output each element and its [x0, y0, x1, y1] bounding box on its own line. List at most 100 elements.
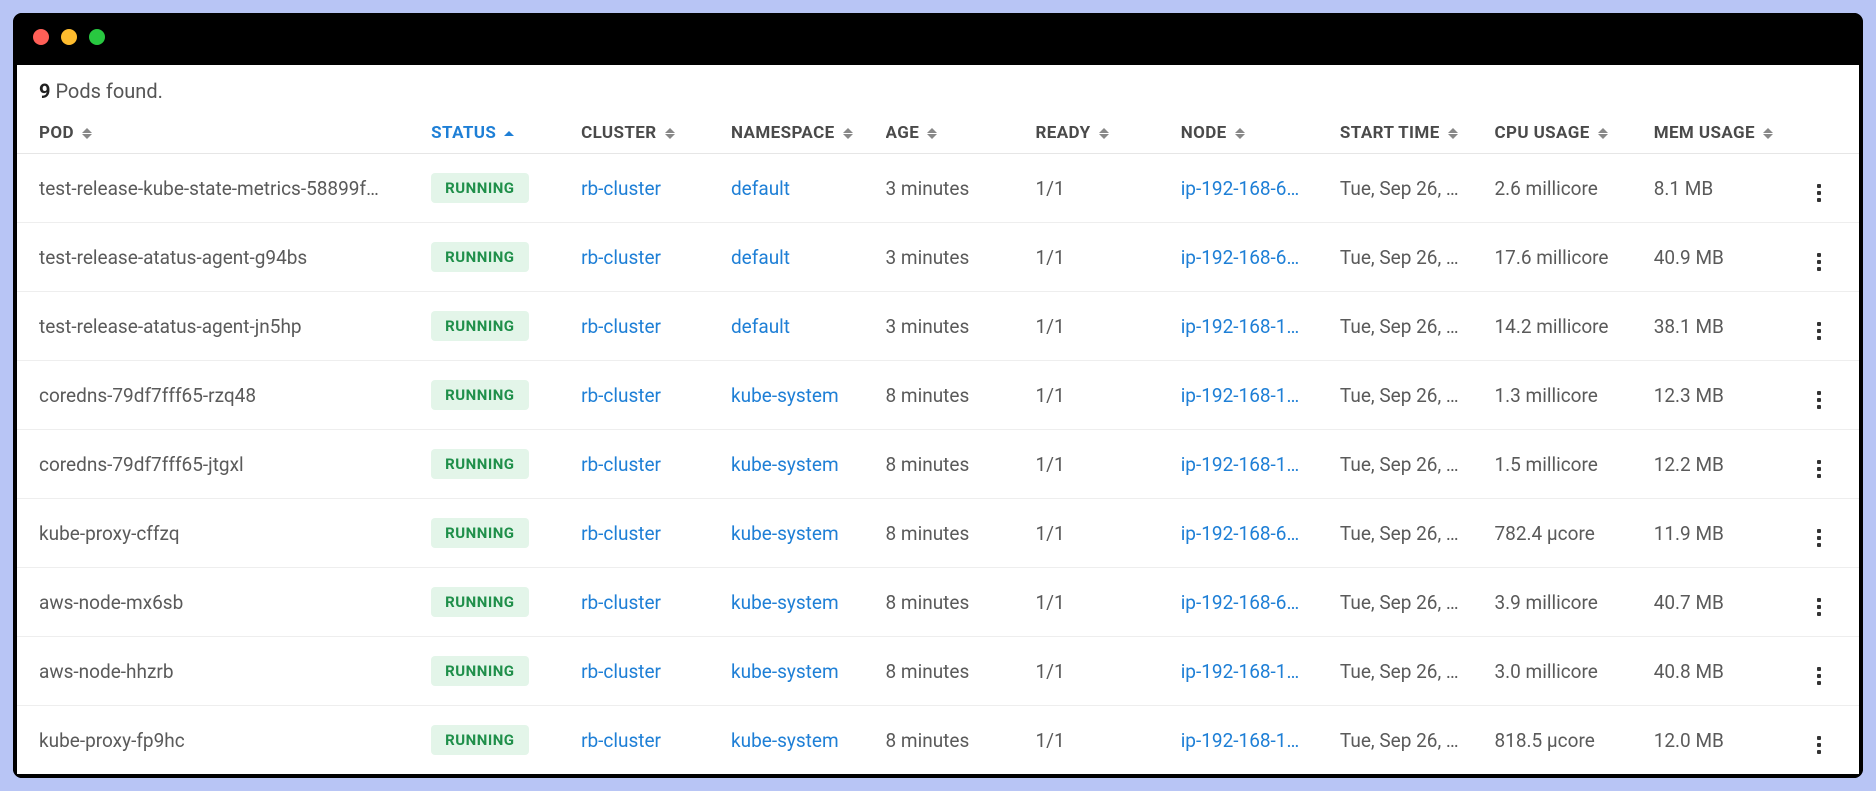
column-header-age[interactable]: AGE	[886, 123, 1036, 143]
column-header-pod[interactable]: POD	[39, 123, 431, 143]
pods-table: POD STATUS CLUSTER NAMESPACE	[17, 113, 1859, 774]
cell-ready: 1/1	[1035, 246, 1180, 269]
cell-namespace[interactable]: kube-system	[731, 453, 886, 476]
column-label: READY	[1035, 123, 1090, 143]
cell-pod[interactable]: test-release-atatus-agent-g94bs	[39, 246, 431, 269]
column-header-cpu-usage[interactable]: CPU USAGE	[1494, 123, 1653, 143]
column-header-status[interactable]: STATUS	[431, 123, 581, 143]
status-badge: RUNNING	[431, 242, 528, 272]
cell-node[interactable]: ip-192-168-6…	[1181, 591, 1340, 614]
cell-namespace[interactable]: kube-system	[731, 522, 886, 545]
cell-namespace[interactable]: kube-system	[731, 591, 886, 614]
close-icon[interactable]	[33, 29, 49, 45]
column-header-ready[interactable]: READY	[1035, 123, 1180, 143]
more-actions-icon[interactable]	[1813, 456, 1825, 482]
cell-mem-usage: 8.1 MB	[1654, 177, 1809, 200]
cell-cluster[interactable]: rb-cluster	[581, 522, 731, 545]
cell-pod[interactable]: test-release-atatus-agent-jn5hp	[39, 315, 431, 338]
cell-actions	[1808, 308, 1837, 344]
cell-pod[interactable]: test-release-kube-state-metrics-58899f…	[39, 177, 431, 200]
cell-ready: 1/1	[1035, 315, 1180, 338]
status-badge: RUNNING	[431, 725, 528, 755]
minimize-icon[interactable]	[61, 29, 77, 45]
cell-pod[interactable]: aws-node-hhzrb	[39, 660, 431, 683]
cell-ready: 1/1	[1035, 384, 1180, 407]
cell-namespace[interactable]: default	[731, 315, 886, 338]
table-row: kube-proxy-cffzq RUNNING rb-cluster kube…	[17, 499, 1859, 568]
status-badge: RUNNING	[431, 173, 528, 203]
column-header-node[interactable]: NODE	[1181, 123, 1340, 143]
maximize-icon[interactable]	[89, 29, 105, 45]
cell-node[interactable]: ip-192-168-6…	[1181, 522, 1340, 545]
more-actions-icon[interactable]	[1813, 249, 1825, 275]
cell-node[interactable]: ip-192-168-1…	[1181, 453, 1340, 476]
more-actions-icon[interactable]	[1813, 318, 1825, 344]
more-actions-icon[interactable]	[1813, 387, 1825, 413]
cell-node[interactable]: ip-192-168-6…	[1181, 246, 1340, 269]
table-row: aws-node-hhzrb RUNNING rb-cluster kube-s…	[17, 637, 1859, 706]
cell-ready: 1/1	[1035, 453, 1180, 476]
cell-mem-usage: 40.9 MB	[1654, 246, 1809, 269]
cell-node[interactable]: ip-192-168-1…	[1181, 660, 1340, 683]
cell-namespace[interactable]: default	[731, 177, 886, 200]
cell-node[interactable]: ip-192-168-6…	[1181, 177, 1340, 200]
cell-cpu-usage: 2.6 millicore	[1494, 177, 1653, 200]
cell-namespace[interactable]: default	[731, 246, 886, 269]
sort-icon	[1598, 126, 1608, 140]
cell-age: 8 minutes	[886, 591, 1036, 614]
sort-icon	[1448, 126, 1458, 140]
status-badge: RUNNING	[431, 380, 528, 410]
cell-start-time: Tue, Sep 26, …	[1340, 177, 1495, 200]
cell-actions	[1808, 515, 1837, 551]
cell-pod[interactable]: aws-node-mx6sb	[39, 591, 431, 614]
cell-cluster[interactable]: rb-cluster	[581, 315, 731, 338]
cell-namespace[interactable]: kube-system	[731, 729, 886, 752]
column-label: AGE	[886, 123, 920, 143]
column-header-cluster[interactable]: CLUSTER	[581, 123, 731, 143]
cell-mem-usage: 12.0 MB	[1654, 729, 1809, 752]
cell-ready: 1/1	[1035, 522, 1180, 545]
cell-cluster[interactable]: rb-cluster	[581, 729, 731, 752]
cell-pod[interactable]: coredns-79df7fff65-rzq48	[39, 384, 431, 407]
cell-node[interactable]: ip-192-168-1…	[1181, 315, 1340, 338]
more-actions-icon[interactable]	[1813, 663, 1825, 689]
cell-age: 8 minutes	[886, 453, 1036, 476]
cell-start-time: Tue, Sep 26, …	[1340, 522, 1495, 545]
cell-node[interactable]: ip-192-168-1…	[1181, 384, 1340, 407]
cell-mem-usage: 12.2 MB	[1654, 453, 1809, 476]
cell-age: 8 minutes	[886, 384, 1036, 407]
cell-namespace[interactable]: kube-system	[731, 384, 886, 407]
more-actions-icon[interactable]	[1813, 594, 1825, 620]
cell-cpu-usage: 818.5 μcore	[1494, 729, 1653, 752]
table-row: test-release-kube-state-metrics-58899f… …	[17, 154, 1859, 223]
cell-cluster[interactable]: rb-cluster	[581, 453, 731, 476]
cell-pod[interactable]: kube-proxy-cffzq	[39, 522, 431, 545]
cell-cluster[interactable]: rb-cluster	[581, 660, 731, 683]
cell-status: RUNNING	[431, 173, 581, 203]
cell-namespace[interactable]: kube-system	[731, 660, 886, 683]
pods-summary-text: Pods found.	[50, 79, 162, 103]
cell-pod[interactable]: coredns-79df7fff65-jtgxl	[39, 453, 431, 476]
more-actions-icon[interactable]	[1813, 180, 1825, 206]
cell-node[interactable]: ip-192-168-1…	[1181, 729, 1340, 752]
cell-cluster[interactable]: rb-cluster	[581, 246, 731, 269]
column-header-mem-usage[interactable]: MEM USAGE	[1654, 123, 1809, 143]
table-row: kube-proxy-fp9hc RUNNING rb-cluster kube…	[17, 706, 1859, 774]
cell-cluster[interactable]: rb-cluster	[581, 177, 731, 200]
cell-actions	[1808, 722, 1837, 758]
cell-pod[interactable]: kube-proxy-fp9hc	[39, 729, 431, 752]
column-label: POD	[39, 123, 74, 143]
status-badge: RUNNING	[431, 656, 528, 686]
column-header-start-time[interactable]: START TIME	[1340, 123, 1495, 143]
table-row: test-release-atatus-agent-jn5hp RUNNING …	[17, 292, 1859, 361]
more-actions-icon[interactable]	[1813, 732, 1825, 758]
cell-actions	[1808, 446, 1837, 482]
column-header-namespace[interactable]: NAMESPACE	[731, 123, 886, 143]
cell-cluster[interactable]: rb-cluster	[581, 384, 731, 407]
cell-status: RUNNING	[431, 725, 581, 755]
sort-icon	[665, 126, 675, 140]
cell-cluster[interactable]: rb-cluster	[581, 591, 731, 614]
more-actions-icon[interactable]	[1813, 525, 1825, 551]
status-badge: RUNNING	[431, 311, 528, 341]
sort-icon	[1099, 126, 1109, 140]
